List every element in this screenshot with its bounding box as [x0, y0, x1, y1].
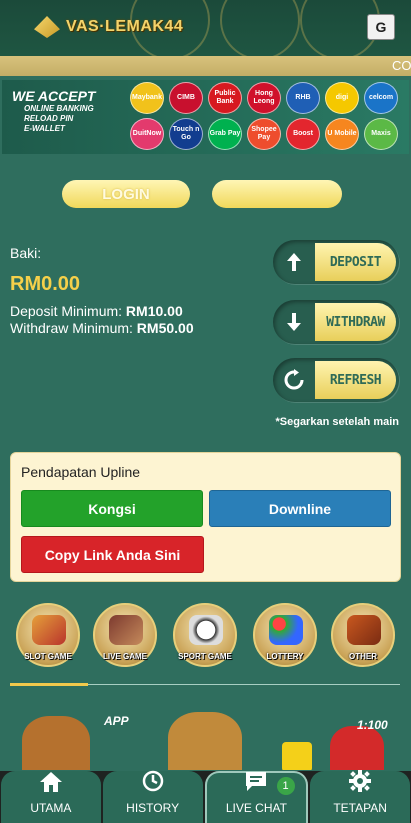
banner-line: ONLINE BANKING: [24, 104, 94, 113]
deposit-minimum: Deposit Minimum: RM10.00 Withdraw Minimu…: [10, 303, 194, 337]
nav-label: UTAMA: [30, 801, 72, 815]
category-slot-game[interactable]: SLOT GAME: [16, 603, 80, 667]
bank-logo-icon: Maybank: [130, 82, 164, 114]
bank-logo-icon: DuitNow: [130, 118, 164, 150]
bank-logo-icon: U Mobile: [325, 118, 359, 150]
nav-label: HISTORY: [126, 801, 180, 815]
google-translate-icon[interactable]: G: [367, 14, 395, 40]
upline-panel: Pendapatan Upline Kongsi Downline Copy L…: [10, 452, 401, 582]
bank-logo-icon: Touch n Go: [169, 118, 203, 150]
kongsi-button[interactable]: Kongsi: [21, 490, 203, 527]
nav-utama[interactable]: UTAMA: [1, 771, 101, 823]
deposit-label: DEPOSIT: [315, 243, 396, 281]
bank-logo-icon: CIMB: [169, 82, 203, 114]
banner-line: E-WALLET: [24, 124, 65, 133]
downline-button[interactable]: Downline: [209, 490, 391, 527]
nav-history[interactable]: HISTORY: [102, 770, 203, 823]
logo[interactable]: VAS·LEMAK44: [34, 16, 183, 38]
register-button[interactable]: [212, 180, 342, 208]
category-live-game[interactable]: LIVE GAME: [93, 603, 157, 667]
bank-logo-icon: celcom: [364, 82, 398, 114]
refresh-note: *Segarkan setelah main: [275, 416, 399, 428]
category-active-indicator: [10, 683, 88, 686]
arrow-up-icon: [273, 240, 315, 284]
wallet-info: Baki: RM0.00 Deposit Minimum: RM10.00 Wi…: [10, 245, 194, 337]
category-label: SPORT GAME: [178, 652, 232, 661]
withdraw-min-label: Withdraw Minimum:: [10, 320, 133, 336]
promo-ratio-label: 1:100: [357, 718, 388, 732]
accept-text: WE ACCEPT ONLINE BANKING RELOAD PIN E-WA…: [12, 88, 95, 134]
withdraw-button[interactable]: WITHDRAW: [273, 300, 399, 344]
deposit-min-value: RM10.00: [125, 303, 183, 319]
star-icon: [282, 742, 312, 770]
nav-tetapan[interactable]: TETAPAN: [310, 770, 410, 823]
game-categories: SLOT GAME LIVE GAME SPORT GAME LOTTERY O…: [0, 603, 411, 673]
refresh-button[interactable]: REFRESH: [273, 358, 399, 402]
announcement-marquee: CO: [0, 56, 411, 76]
refresh-label: REFRESH: [315, 361, 396, 399]
banner-title: WE ACCEPT: [12, 88, 96, 104]
chat-badge: 1: [276, 777, 295, 795]
category-lottery[interactable]: LOTTERY: [253, 603, 317, 667]
banner-line: RELOAD PIN: [24, 114, 74, 123]
bank-logo-icon: digi: [325, 82, 359, 114]
nav-label: LIVE CHAT: [225, 801, 287, 815]
bank-logo-icon: Hong Leong: [247, 82, 281, 114]
nav-live-chat[interactable]: 1 LIVE CHAT: [204, 770, 309, 823]
payment-banner: WE ACCEPT ONLINE BANKING RELOAD PIN E-WA…: [2, 80, 409, 154]
category-label: SLOT GAME: [24, 652, 72, 661]
nav-label: TETAPAN: [333, 801, 387, 815]
deposit-min-label: Deposit Minimum:: [10, 303, 123, 319]
roulette-icon: [109, 615, 143, 645]
logo-icon: [34, 16, 60, 38]
header: VAS·LEMAK44 G: [0, 0, 411, 56]
deposit-button[interactable]: DEPOSIT: [273, 240, 399, 284]
bank-logo-icon: Public Bank: [208, 82, 242, 114]
auth-buttons: LOGIN: [0, 180, 411, 208]
bottom-nav: UTAMA HISTORY 1 LIVE CHAT TETAPAN: [0, 770, 411, 823]
chat-icon: [244, 770, 268, 797]
king-character-icon: [168, 712, 242, 770]
rooster-icon: [347, 615, 381, 645]
upline-title: Pendapatan Upline: [21, 464, 141, 480]
category-other[interactable]: OTHER: [331, 603, 395, 667]
withdraw-label: WITHDRAW: [315, 303, 396, 341]
marquee-text: CO: [392, 58, 411, 73]
bank-logo-icon: Maxis: [364, 118, 398, 150]
balance-label: Baki:: [10, 245, 42, 261]
soccer-ball-icon: [189, 615, 223, 645]
monkey-character-icon: [22, 716, 90, 770]
arrow-down-icon: [273, 300, 315, 344]
lottery-balls-icon: [269, 615, 303, 645]
refresh-icon: [273, 358, 315, 402]
bank-logo-icon: Shopee Pay: [247, 118, 281, 150]
slot-machine-icon: [32, 615, 66, 645]
promo-app-label: APP: [104, 714, 129, 728]
bank-logo-icon: RHB: [286, 82, 320, 114]
logo-text: VAS·LEMAK44: [66, 18, 184, 35]
game-promo-strip[interactable]: APP 1:100: [0, 702, 411, 770]
gear-icon: [349, 770, 372, 797]
ornament: [220, 0, 300, 56]
copy-link-button[interactable]: Copy Link Anda Sini: [21, 536, 204, 573]
withdraw-min-value: RM50.00: [136, 320, 194, 336]
home-icon: [39, 772, 62, 797]
clock-icon: [142, 770, 164, 797]
bank-logo-icon: Grab Pay: [208, 118, 242, 150]
category-label: OTHER: [349, 652, 377, 661]
mario-character-icon: [330, 726, 384, 770]
bank-logos: Maybank CIMB Public Bank Hong Leong RHB digi c…: [130, 82, 408, 150]
category-label: LOTTERY: [266, 652, 304, 661]
balance-amount: RM0.00: [10, 273, 81, 295]
login-button[interactable]: LOGIN: [62, 180, 190, 208]
category-label: LIVE GAME: [102, 652, 147, 661]
bank-logo-icon: Boost: [286, 118, 320, 150]
category-sport-game[interactable]: SPORT GAME: [173, 603, 237, 667]
